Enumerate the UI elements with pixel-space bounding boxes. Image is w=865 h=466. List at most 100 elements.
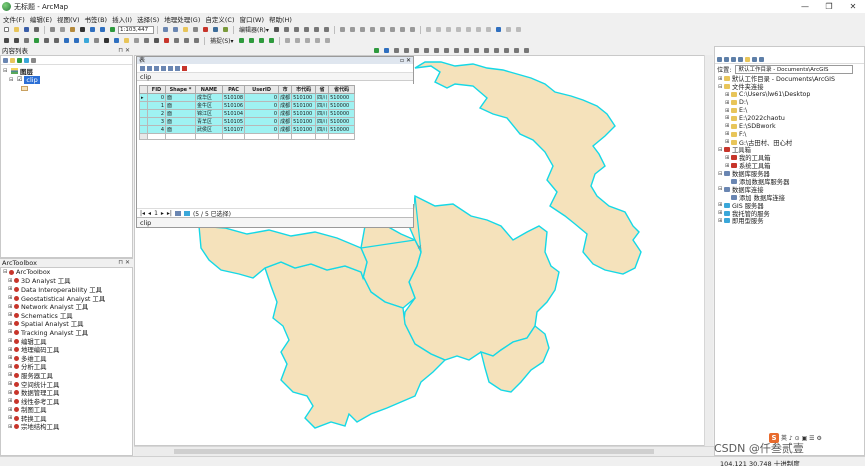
options-icon[interactable] [31, 57, 36, 63]
menu-selection[interactable]: 选择(S) [137, 14, 159, 24]
print-icon[interactable] [32, 25, 41, 34]
topology-icon-6[interactable] [422, 46, 431, 55]
draw-icon-5[interactable] [323, 36, 332, 45]
table-cell[interactable] [195, 132, 223, 141]
topology-icon-4[interactable] [402, 46, 411, 55]
edit-tool-icon[interactable] [272, 25, 281, 34]
modelbuilder-icon[interactable] [221, 25, 230, 34]
georef-icon-1[interactable] [424, 25, 433, 34]
redo-icon[interactable] [98, 25, 107, 34]
end-point-arc-icon[interactable] [302, 25, 311, 34]
draw-icon-4[interactable] [313, 36, 322, 45]
select-by-attributes-icon[interactable] [154, 65, 159, 71]
undo-icon[interactable] [88, 25, 97, 34]
go-to-xy-icon[interactable] [172, 36, 181, 45]
row-selector[interactable]: ▸ [139, 93, 148, 102]
table-cell[interactable]: 0 [244, 93, 280, 102]
clear-selection-icon[interactable] [168, 65, 173, 71]
cut-polygons-icon[interactable] [358, 25, 367, 34]
toc-layer-clip[interactable]: ⊟ ☑ clip [3, 75, 132, 84]
toolbox-item[interactable]: ⊞ Schematics 工具 [1, 311, 132, 320]
back-extent-icon[interactable] [62, 36, 71, 45]
row-selector[interactable] [139, 125, 148, 134]
catalog-item[interactable]: ⊞ D:\ [715, 99, 864, 107]
georef-icon-6[interactable] [474, 25, 483, 34]
topology-icon-8[interactable] [442, 46, 451, 55]
topology-icon-2[interactable] [382, 46, 391, 55]
toolbox-item[interactable]: ⊞ 服务器工具 [1, 371, 132, 380]
table-tab-clip[interactable]: clip [137, 217, 413, 227]
table-row[interactable]: 2 面 锦江区 510104 0 成都 510100 四川 510000 [139, 109, 356, 118]
table-cell[interactable]: 金牛区 [195, 101, 223, 110]
table-cell[interactable]: 成都 [278, 125, 293, 134]
column-header[interactable]: Shape * [165, 85, 196, 94]
table-row[interactable]: 1 面 金牛区 510106 0 成都 510100 四川 510000 [139, 101, 356, 110]
table-cell[interactable] [221, 132, 246, 141]
table-options-icon[interactable] [140, 65, 145, 71]
show-selected-records-icon[interactable] [183, 210, 190, 216]
close-icon[interactable]: ▫ ✕ [400, 57, 411, 64]
georef-icon-4[interactable] [454, 25, 463, 34]
column-header[interactable]: NAME [195, 85, 223, 94]
table-cell[interactable]: 面 [165, 93, 196, 102]
fixed-zoom-out-icon[interactable] [52, 36, 61, 45]
topology-icon-1[interactable] [372, 46, 381, 55]
toolbox-item[interactable]: ⊞ Data Interoperability 工具 [1, 285, 132, 294]
table-cell[interactable]: 面 [165, 117, 196, 126]
topology-icon-11[interactable] [472, 46, 481, 55]
catalog-item[interactable]: ⊞ E:\ [715, 107, 864, 115]
delete-selected-icon[interactable] [182, 65, 187, 71]
minimize-button[interactable]: — [793, 0, 817, 13]
column-header[interactable]: 市代码 [291, 85, 317, 94]
table-cell[interactable]: 四川 [315, 101, 330, 110]
table-cell[interactable]: 510107 [221, 125, 246, 134]
attribute-table[interactable]: FID Shape * NAME PAC UserID 市 市代码 省 省代码 … [139, 85, 356, 141]
toolbox-item[interactable]: ⊞ Tracking Analyst 工具 [1, 328, 132, 337]
open-icon[interactable] [12, 25, 21, 34]
catalog-item[interactable]: ⊟ 数据库连接 [715, 185, 864, 194]
toolbox-root[interactable]: ⊟ ArcToolbox [1, 268, 132, 277]
attribute-table-window[interactable]: 表 ▫ ✕ clip FID Shape * NAME PAC UserID 市… [136, 56, 414, 228]
toolbox-item[interactable]: ⊞ Spatial Analyst 工具 [1, 320, 132, 328]
list-by-drawing-order-icon[interactable] [3, 57, 8, 63]
menu-bookmarks[interactable]: 书签(B) [85, 14, 108, 24]
table-row[interactable]: 4 面 武侯区 510107 0 成都 510100 四川 510000 [139, 125, 356, 134]
list-by-source-icon[interactable] [10, 57, 15, 63]
toolbox-item[interactable]: ⊞ 空间统计工具 [1, 380, 132, 389]
catalog-window-icon[interactable] [181, 25, 190, 34]
table-cell[interactable]: 1 [147, 101, 166, 110]
toolbox-item[interactable]: ⊞ 多维工具 [1, 354, 132, 363]
table-cell[interactable] [328, 132, 356, 141]
toolbox-item[interactable]: ⊞ 线性参考工具 [1, 397, 132, 406]
table-cell[interactable]: 510000 [328, 101, 356, 110]
next-record-button[interactable]: ▸ [161, 210, 164, 217]
polygon-symbol-icon[interactable] [21, 86, 28, 91]
table-cell[interactable]: 0 [244, 125, 280, 134]
home-icon[interactable] [738, 56, 743, 62]
row-selector[interactable] [139, 132, 148, 141]
table-cell[interactable]: 四川 [315, 93, 330, 102]
catalog-item[interactable]: ⊞ E:\SDBwork [715, 122, 864, 130]
topology-icon-16[interactable] [522, 46, 531, 55]
toc-root[interactable]: ⊟ 图层 [3, 66, 132, 76]
switch-selection-icon[interactable] [161, 65, 166, 71]
table-cell[interactable]: 510000 [328, 125, 356, 134]
catalog-item[interactable]: ⊟ 文件夹连接 [715, 83, 864, 92]
color-swatch-icon[interactable] [494, 25, 503, 34]
draw-icon-1[interactable] [283, 36, 292, 45]
table-cell[interactable]: 锦江区 [195, 109, 223, 118]
maximize-button[interactable]: ❐ [817, 0, 841, 13]
pin-icon[interactable]: ⊓ ✕ [118, 259, 130, 267]
table-cell[interactable]: 2 [147, 109, 166, 118]
table-cell[interactable]: 510108 [221, 93, 246, 102]
forward-extent-icon[interactable] [72, 36, 81, 45]
attribute-table-titlebar[interactable]: 表 ▫ ✕ [137, 57, 413, 64]
measure-icon[interactable] [142, 36, 151, 45]
menu-windows[interactable]: 窗口(W) [240, 14, 265, 24]
row-selector[interactable] [139, 101, 148, 110]
menu-view[interactable]: 视图(V) [57, 14, 80, 24]
table-row-empty[interactable] [139, 132, 356, 141]
menu-help[interactable]: 帮助(H) [269, 14, 292, 24]
table-cell[interactable]: 510104 [221, 109, 246, 118]
sketch-properties-icon[interactable] [398, 25, 407, 34]
